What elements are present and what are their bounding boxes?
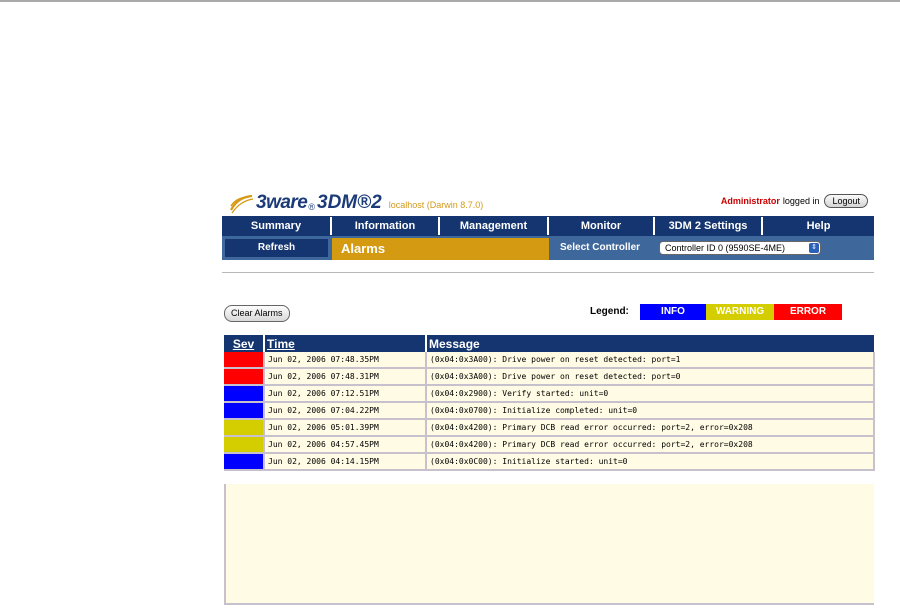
nav-summary[interactable]: Summary: [222, 217, 332, 235]
severity-cell: [224, 352, 265, 369]
severity-indicator: [224, 352, 262, 366]
table-row: Jun 02, 2006 04:57.45PM (0x04:0x4200): P…: [224, 436, 875, 454]
column-message: Message: [426, 335, 874, 352]
message-cell: (0x04:0x0C00): Initialize started: unit=…: [426, 453, 875, 471]
severity-cell: [224, 402, 265, 420]
time-cell: Jun 02, 2006 07:48.31PM: [264, 368, 427, 386]
severity-indicator: [224, 420, 262, 434]
time-cell: Jun 02, 2006 07:04.22PM: [264, 402, 427, 420]
top-divider: [0, 0, 900, 2]
time-cell: Jun 02, 2006 05:01.39PM: [264, 419, 427, 437]
legend-error: ERROR: [774, 304, 842, 320]
legend-label: Legend:: [590, 306, 629, 317]
table-row: Jun 02, 2006 07:48.35PM (0x04:0x3A00): D…: [224, 352, 875, 369]
column-sev[interactable]: Sev: [224, 335, 265, 352]
column-time[interactable]: Time: [264, 335, 427, 352]
logout-button[interactable]: Logout: [824, 194, 868, 208]
severity-indicator: [224, 437, 262, 451]
nav-information[interactable]: Information: [332, 217, 440, 235]
message-cell: (0x04:0x3A00): Drive power on reset dete…: [426, 368, 875, 386]
legend-info: INFO: [640, 304, 706, 320]
time-cell: Jun 02, 2006 07:12.51PM: [264, 385, 427, 403]
sub-nav: Refresh Alarms Select Controller Control…: [222, 236, 874, 260]
table-row: Jun 02, 2006 04:14.15PM (0x04:0x0C00): I…: [224, 453, 875, 471]
table-header-row: Sev Time Message: [224, 335, 874, 352]
brand-name: 3ware: [256, 192, 308, 213]
legend-warning: WARNING: [706, 304, 774, 320]
sort-time-link[interactable]: Time: [267, 337, 295, 351]
nav-help[interactable]: Help: [763, 217, 874, 235]
nav-management[interactable]: Management: [440, 217, 549, 235]
table-row: Jun 02, 2006 07:04.22PM (0x04:0x0700): I…: [224, 402, 875, 420]
table-row: Jun 02, 2006 07:48.31PM (0x04:0x3A00): D…: [224, 368, 875, 386]
nav-monitor[interactable]: Monitor: [549, 217, 655, 235]
logged-in-text: logged in: [782, 196, 820, 206]
refresh-button[interactable]: Refresh: [225, 239, 328, 257]
message-cell: (0x04:0x4200): Primary DCB read error oc…: [426, 436, 875, 454]
controller-select[interactable]: Controller ID 0 (9590SE-4ME) ⇕: [659, 241, 821, 255]
user-name: Administrator: [720, 196, 780, 206]
content-divider: [222, 272, 874, 273]
registered-mark: ®: [308, 202, 316, 212]
main-nav: Summary Information Management Monitor 3…: [222, 216, 874, 236]
table-row: Jun 02, 2006 07:12.51PM (0x04:0x2900): V…: [224, 385, 875, 403]
time-cell: Jun 02, 2006 04:14.15PM: [264, 453, 427, 471]
product-name: 3DM®2: [317, 192, 382, 213]
severity-cell: [224, 368, 265, 386]
severity-indicator: [224, 369, 262, 383]
severity-cell: [224, 419, 265, 437]
message-cell: (0x04:0x4200): Primary DCB read error oc…: [426, 419, 875, 437]
message-cell: (0x04:0x2900): Verify started: unit=0: [426, 385, 875, 403]
clear-alarms-button[interactable]: Clear Alarms: [224, 305, 290, 322]
table-empty-area: [224, 484, 874, 605]
severity-indicator: [224, 454, 262, 468]
app-window: 3ware ® 3DM®2 localhost (Darwin 8.7.0) A…: [222, 185, 875, 607]
updown-arrow-icon: ⇕: [809, 243, 819, 253]
severity-indicator: [224, 386, 262, 400]
sort-sev-link[interactable]: Sev: [233, 337, 254, 351]
severity-indicator: [224, 403, 262, 417]
session-info: Administrator logged in Logout: [721, 194, 868, 208]
table-row: Jun 02, 2006 05:01.39PM (0x04:0x4200): P…: [224, 419, 875, 437]
severity-cell: [224, 385, 265, 403]
severity-cell: [224, 436, 265, 454]
alarms-table: Sev Time Message Jun 02, 2006 07:48.35PM…: [224, 335, 875, 471]
host-info: localhost (Darwin 8.7.0): [388, 200, 484, 210]
time-cell: Jun 02, 2006 04:57.45PM: [264, 436, 427, 454]
swoosh-logo-icon: [230, 194, 254, 214]
page-title: Alarms: [332, 238, 549, 260]
time-cell: Jun 02, 2006 07:48.35PM: [264, 352, 427, 369]
select-controller-label: Select Controller: [560, 242, 641, 253]
controller-select-value: Controller ID 0 (9590SE-4ME): [665, 243, 786, 253]
nav-3dm2-settings[interactable]: 3DM 2 Settings: [655, 217, 763, 235]
message-cell: (0x04:0x0700): Initialize completed: uni…: [426, 402, 875, 420]
message-cell: (0x04:0x3A00): Drive power on reset dete…: [426, 352, 875, 369]
severity-cell: [224, 453, 265, 471]
product-logo: 3ware ® 3DM®2 localhost (Darwin 8.7.0): [228, 189, 483, 215]
